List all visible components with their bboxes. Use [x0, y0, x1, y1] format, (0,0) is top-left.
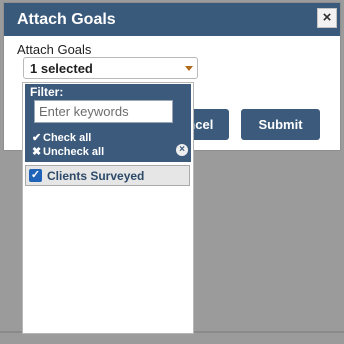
list-item[interactable]: ✓ Clients Surveyed [25, 165, 190, 186]
check-all-link[interactable]: ✔ Check all [32, 131, 91, 144]
goals-select[interactable]: 1 selected [23, 57, 198, 79]
filter-panel: Filter: ✔Check all ✖Uncheck all × [25, 84, 191, 162]
filter-input[interactable] [34, 100, 173, 123]
goals-dropdown-menu: Filter: ✔Check all ✖Uncheck all × ✓ Clie… [22, 82, 194, 334]
check-all-label: Check all [43, 132, 92, 144]
attach-goals-label: Attach Goals [17, 42, 92, 57]
checkmark-icon: ✔ [32, 132, 42, 144]
close-icon[interactable]: × [317, 8, 337, 28]
submit-button[interactable]: Submit [241, 109, 320, 140]
chevron-down-icon [185, 66, 193, 71]
x-icon: ✖ [32, 146, 42, 158]
dialog-title: Attach Goals [17, 11, 116, 28]
checkbox-checked-icon[interactable]: ✓ [29, 169, 42, 182]
uncheck-all-label: Uncheck all [43, 146, 105, 158]
dialog-header: Attach Goals × [4, 3, 340, 36]
filter-label: Filter: [30, 85, 64, 99]
select-value: 1 selected [30, 61, 93, 76]
uncheck-all-link[interactable]: ✖ Uncheck all [32, 145, 104, 158]
clear-icon[interactable]: × [176, 144, 188, 156]
option-label: Clients Surveyed [47, 169, 145, 183]
